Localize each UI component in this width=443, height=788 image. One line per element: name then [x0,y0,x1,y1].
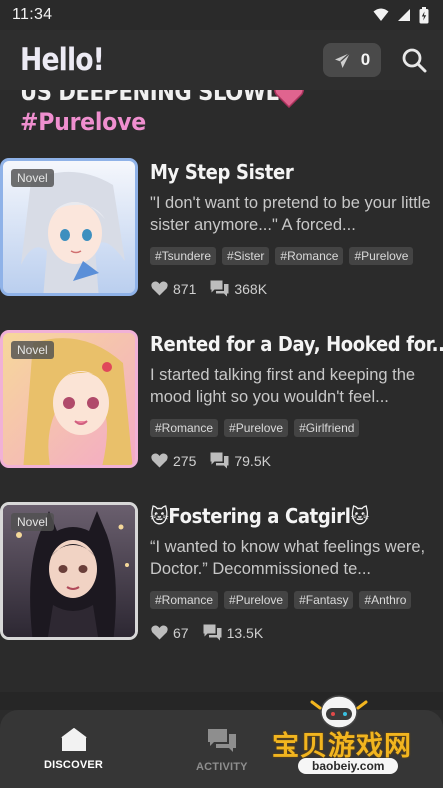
tag-chip[interactable]: #Romance [150,419,219,437]
nav-activity-label: ACTIVITY [196,761,248,773]
story-title: 🐱Fostering a Catgirl🐱 [150,504,369,528]
share-button[interactable]: 0 [323,43,381,77]
wifi-icon [373,8,389,21]
tag-list: #Romance #Purelove #Girlfriend [150,419,360,437]
watermark-url: baobeiy.com [298,758,399,774]
story-card[interactable]: Novel Rented for a Day, Hooked for... I … [0,330,443,472]
story-title: My Step Sister [150,160,294,184]
tag-chip[interactable]: #Fantasy [294,591,354,609]
featured-banner[interactable]: US DEEPENING SLOWLY #Purelove [20,82,420,140]
header-actions: 0 [323,43,427,77]
novel-badge: Novel [11,169,54,187]
paper-plane-icon [334,51,351,68]
story-stats: 67 13.5K [151,624,263,641]
story-card[interactable]: Novel 🐱Fostering a Catgirl🐱 “I wanted to… [0,502,443,644]
story-stats: 275 79.5K [151,452,271,469]
like-count: 275 [173,452,197,469]
share-count: 0 [360,50,371,69]
story-cover[interactable]: Novel [0,502,138,640]
story-description: I started talking first and keeping the … [150,366,416,406]
story-card[interactable]: Novel My Step Sister "I don't want to pr… [0,158,443,300]
app-header: Hello! 0 [0,30,443,90]
tag-list: #Romance #Purelove #Fantasy #Anthro [150,591,412,609]
search-icon[interactable] [401,47,427,73]
like-count: 67 [173,624,189,641]
signal-icon [398,9,410,21]
page-title: Hello! [20,42,105,78]
comments-icon [203,624,222,641]
heart-icon [151,453,168,468]
like-count: 871 [173,280,197,297]
nav-discover[interactable]: DISCOVER [44,728,103,771]
story-cover[interactable]: Novel [0,330,138,468]
status-icons [373,6,429,24]
comments-icon [210,280,229,297]
tag-chip[interactable]: #Sister [222,247,270,265]
story-stats: 871 368K [151,280,267,297]
chat-bubbles-icon [207,729,236,752]
heart-icon [151,625,168,640]
banner-hashtag: #Purelove [20,108,146,136]
tag-chip[interactable]: #Girlfriend [294,419,360,437]
battery-icon [419,6,429,23]
tag-chip[interactable]: #Tsundere [150,247,217,265]
tag-chip[interactable]: #Purelove [224,591,289,609]
watermark: 宝贝游戏网 baobeiy.com [266,688,416,784]
story-title: Rented for a Day, Hooked for... [150,332,443,356]
tag-chip[interactable]: #Romance [275,247,344,265]
novel-badge: Novel [11,513,54,531]
tag-chip[interactable]: #Anthro [359,591,412,609]
home-icon [60,728,87,751]
comments-icon [210,452,229,469]
comment-count: 13.5K [226,624,264,641]
status-time: 11:34 [12,6,53,23]
tag-list: #Tsundere #Sister #Romance #Purelove [150,247,414,265]
comment-count: 368K [234,280,268,297]
tag-chip[interactable]: #Purelove [224,419,289,437]
novel-badge: Novel [11,341,54,359]
status-bar: 11:34 [0,0,443,30]
story-description: “I wanted to know what feelings were, Do… [150,538,426,578]
tag-chip[interactable]: #Purelove [349,247,414,265]
nav-discover-label: DISCOVER [44,759,104,771]
heart-icon [151,281,168,296]
nav-activity[interactable]: ACTIVITY [196,728,248,773]
story-cover[interactable]: Novel [0,158,138,296]
comment-count: 79.5K [234,452,271,469]
story-description: "I don't want to pretend to be your litt… [150,194,431,234]
tag-chip[interactable]: #Romance [150,591,219,609]
